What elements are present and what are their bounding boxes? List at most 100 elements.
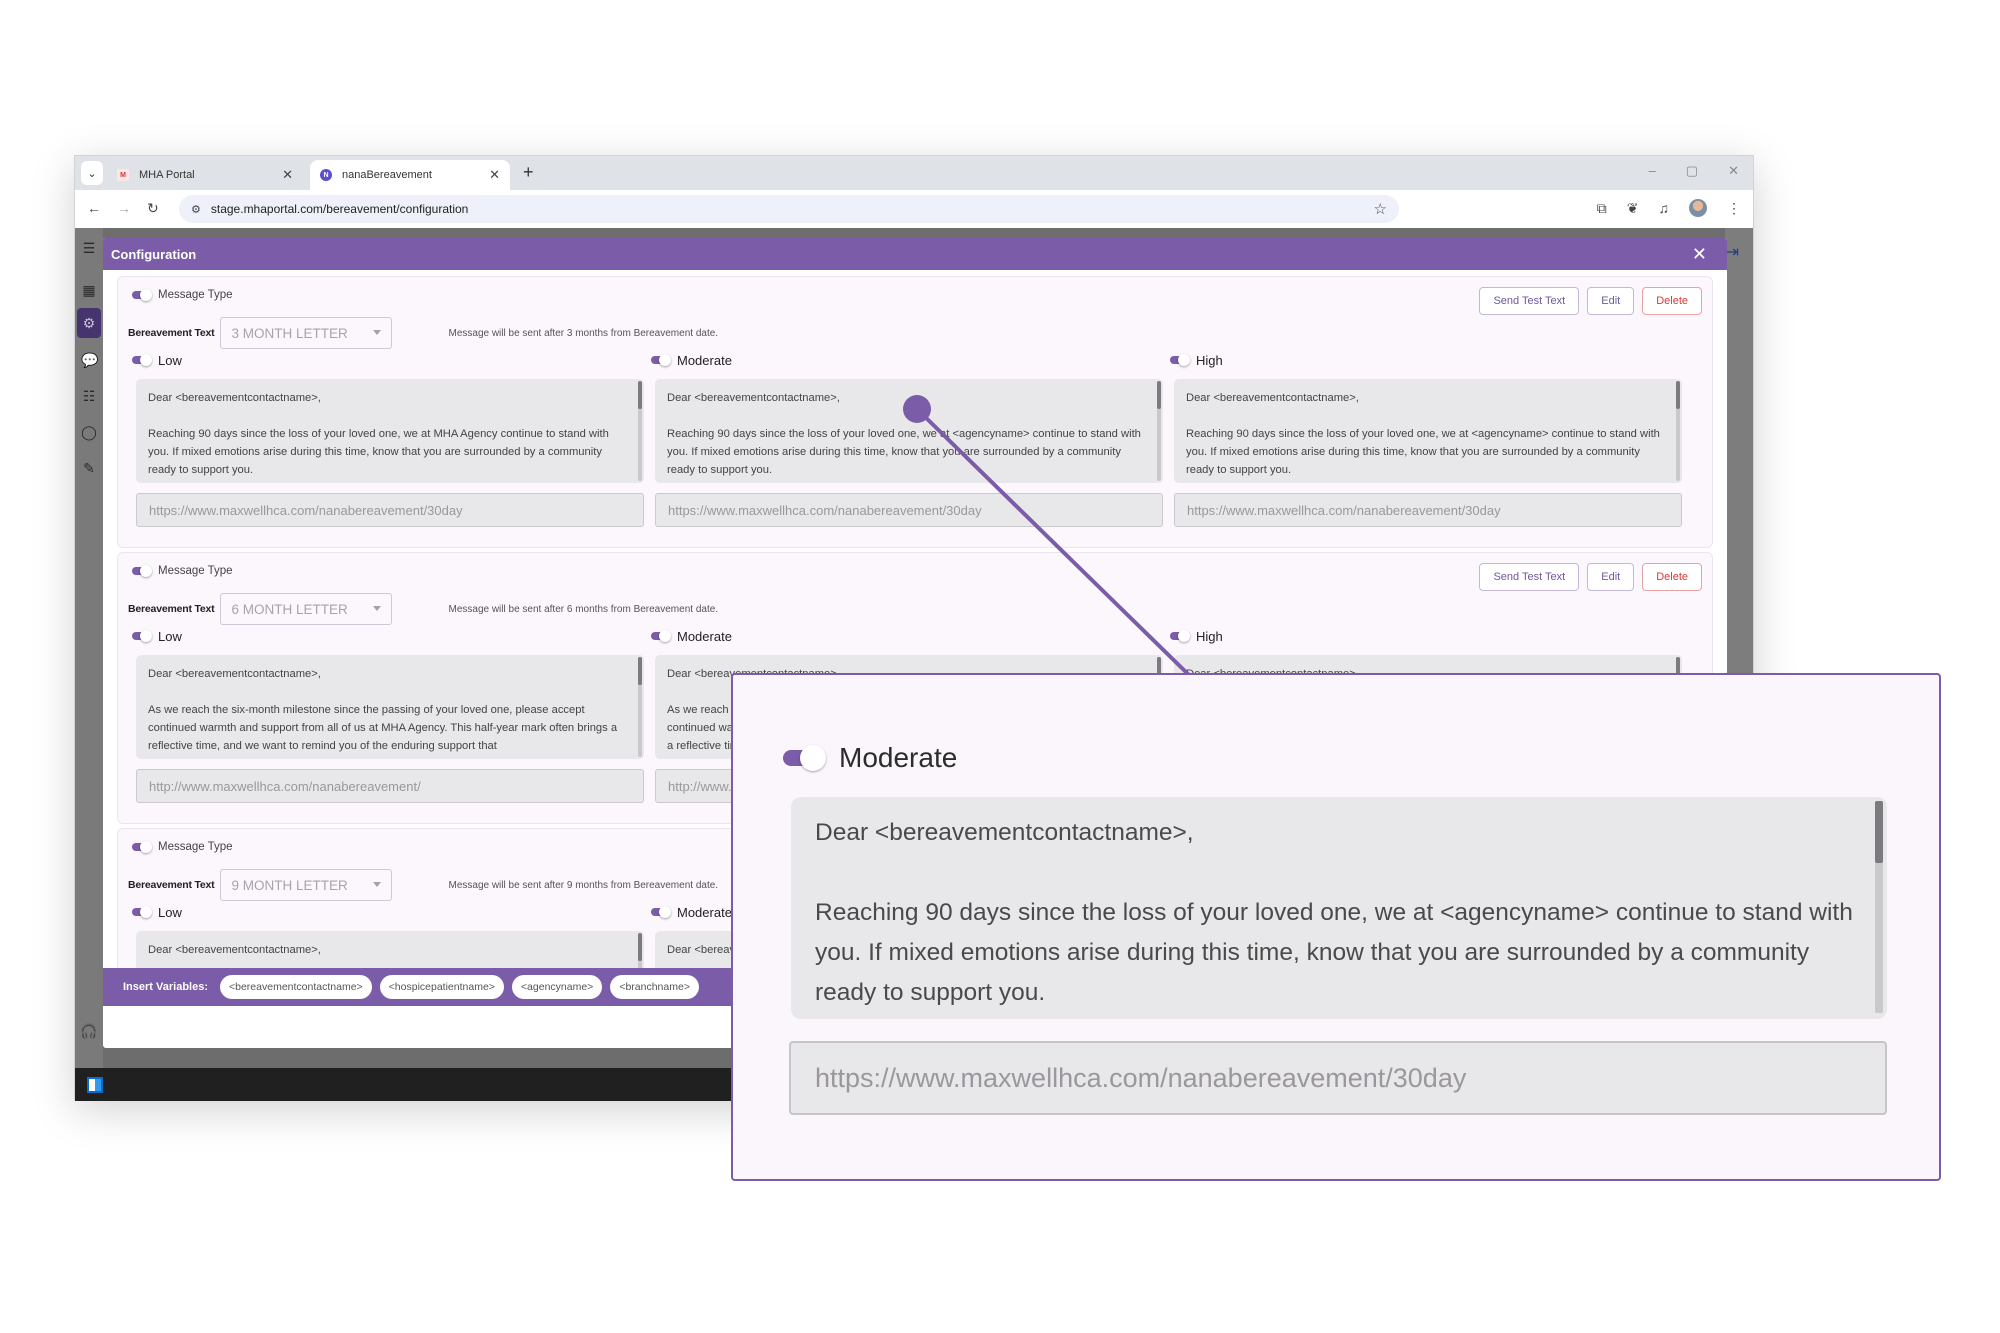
site-info-icon[interactable]: ⚙ bbox=[191, 203, 201, 216]
high-toggle[interactable] bbox=[1170, 630, 1190, 642]
moderate-toggle[interactable] bbox=[651, 630, 671, 642]
callout-url-input[interactable]: https://www.maxwellhca.com/nanabereaveme… bbox=[789, 1041, 1887, 1115]
message-greeting: Dear <bereavementcontactname>, bbox=[667, 392, 840, 404]
textarea-scrollbar[interactable] bbox=[1875, 801, 1883, 1013]
app-sidebar: ☰ ▦ ⚙ 💬 ☷ ◯ ✎ bbox=[75, 228, 103, 1068]
url-input[interactable]: https://www.maxwellhca.com/nanabereaveme… bbox=[655, 493, 1163, 527]
send-test-text-button[interactable]: Send Test Text bbox=[1479, 563, 1580, 591]
message-greeting: Dear <bereavementcontactname>, bbox=[148, 392, 321, 404]
delete-button[interactable]: Delete bbox=[1642, 287, 1702, 315]
message-config-card: Message Type Send Test Text Edit Delete … bbox=[117, 276, 1713, 548]
headset-support-icon[interactable]: 🎧 bbox=[80, 1023, 97, 1040]
dashboard-icon[interactable]: ▦ bbox=[81, 282, 97, 298]
message-textarea[interactable]: Dear <bereavementcontactname>, Reaching … bbox=[1174, 379, 1682, 483]
modal-close-icon[interactable]: ✕ bbox=[1692, 244, 1707, 265]
browser-menu-icon[interactable]: ⋮ bbox=[1727, 200, 1741, 217]
settings-gear-icon[interactable]: ⚙ bbox=[77, 308, 101, 338]
severity-label: Low bbox=[158, 352, 182, 368]
card-actions: Send Test Text Edit Delete bbox=[1479, 287, 1702, 315]
callout-message-body: Reaching 90 days since the loss of your … bbox=[815, 899, 1853, 1006]
window-controls: – ▢ ✕ bbox=[1649, 163, 1739, 179]
modal-title: Configuration bbox=[111, 246, 197, 262]
schedule-note: Message will be sent after 9 months from… bbox=[448, 879, 719, 891]
delete-button[interactable]: Delete bbox=[1642, 563, 1702, 591]
variable-chip[interactable]: <branchname> bbox=[610, 975, 699, 999]
mha-favicon-icon: M bbox=[117, 169, 129, 181]
low-toggle[interactable] bbox=[132, 630, 152, 642]
url-input[interactable]: http://www.maxwellhca.com/nanabereavemen… bbox=[136, 769, 644, 803]
window-close-icon[interactable]: ✕ bbox=[1728, 163, 1739, 179]
textarea-scrollbar[interactable] bbox=[1157, 381, 1161, 481]
textarea-scrollbar[interactable] bbox=[638, 381, 642, 481]
send-test-text-button[interactable]: Send Test Text bbox=[1479, 287, 1580, 315]
tab-close-icon[interactable]: ✕ bbox=[489, 167, 500, 183]
message-type-label: Message Type bbox=[158, 565, 233, 577]
low-toggle[interactable] bbox=[132, 354, 152, 366]
letter-select[interactable]: 6 MONTH LETTER bbox=[220, 593, 393, 625]
textarea-scrollbar[interactable] bbox=[638, 933, 642, 968]
bereavement-text-label: Bereavement Text bbox=[128, 603, 215, 615]
logout-icon[interactable]: ⇥ bbox=[1726, 242, 1739, 262]
bereavement-text-label: Bereavement Text bbox=[128, 879, 215, 891]
card-actions: Send Test Text Edit Delete bbox=[1479, 563, 1702, 591]
chat-icon[interactable]: 💬 bbox=[81, 352, 98, 368]
letter-select-value: 9 MONTH LETTER bbox=[231, 877, 348, 893]
restore-icon[interactable]: ▢ bbox=[1686, 163, 1698, 179]
media-control-icon[interactable]: ♫ bbox=[1659, 200, 1670, 216]
account-circle-icon[interactable]: ◯ bbox=[81, 424, 97, 440]
user-list-icon[interactable]: ☷ bbox=[81, 388, 97, 404]
tab-mha-portal[interactable]: M MHA Portal ✕ bbox=[107, 160, 303, 190]
tab-title: MHA Portal bbox=[139, 169, 195, 181]
forward-icon[interactable]: → bbox=[117, 200, 131, 216]
low-toggle[interactable] bbox=[132, 906, 152, 918]
message-body: As we reach the six-month milestone sinc… bbox=[148, 704, 618, 752]
extensions-icon[interactable]: ⧉ bbox=[1597, 200, 1607, 217]
high-toggle[interactable] bbox=[1170, 354, 1190, 366]
callout-message-greeting: Dear <bereavementcontactname>, bbox=[815, 819, 1194, 846]
profile-avatar[interactable] bbox=[1689, 199, 1707, 217]
bookmark-star-icon[interactable]: ☆ bbox=[1374, 200, 1387, 218]
minimize-icon[interactable]: – bbox=[1649, 163, 1656, 179]
message-type-toggle[interactable] bbox=[132, 289, 152, 301]
message-textarea[interactable]: Dear <bereavementcontactname>, Reaching … bbox=[655, 379, 1163, 483]
url-text[interactable]: stage.mhaportal.com/bereavement/configur… bbox=[211, 202, 468, 216]
severity-column-low: Low Dear <bereavementcontactname>, As we… bbox=[132, 627, 644, 803]
tab-nana-bereavement[interactable]: N nanaBereavement ✕ bbox=[310, 160, 510, 190]
bereavement-text-row: Bereavement Text 9 MONTH LETTER Message … bbox=[128, 869, 718, 901]
letter-select[interactable]: 3 MONTH LETTER bbox=[220, 317, 393, 349]
tab-search-button[interactable]: ⌄ bbox=[81, 161, 103, 185]
nana-favicon-icon: N bbox=[320, 169, 332, 181]
reload-icon[interactable]: ↻ bbox=[147, 200, 159, 217]
callout-severity-row: Moderate bbox=[783, 741, 957, 775]
textarea-scrollbar[interactable] bbox=[638, 657, 642, 757]
hamburger-menu-icon[interactable]: ☰ bbox=[81, 240, 97, 256]
variable-chip[interactable]: <hospicepatientname> bbox=[379, 975, 504, 999]
address-bar[interactable]: ⚙ stage.mhaportal.com/bereavement/config… bbox=[179, 195, 1399, 223]
leaf-extension-icon[interactable]: ❦ bbox=[1627, 200, 1639, 217]
taskbar-app-icon[interactable] bbox=[87, 1077, 103, 1093]
variable-chip[interactable]: <agencyname> bbox=[511, 975, 603, 999]
message-textarea[interactable]: Dear <bereavementcontactname>, bbox=[136, 931, 644, 968]
tab-close-icon[interactable]: ✕ bbox=[282, 167, 293, 183]
new-tab-button[interactable]: + bbox=[523, 162, 534, 183]
edit-button[interactable]: Edit bbox=[1587, 563, 1635, 591]
message-textarea[interactable]: Dear <bereavementcontactname>, Reaching … bbox=[136, 379, 644, 483]
message-body: Reaching 90 days since the loss of your … bbox=[148, 428, 609, 476]
back-icon[interactable]: ← bbox=[87, 200, 101, 216]
moderate-toggle[interactable] bbox=[651, 906, 671, 918]
message-type-toggle[interactable] bbox=[132, 565, 152, 577]
textarea-scrollbar[interactable] bbox=[1676, 381, 1680, 481]
moderate-toggle[interactable] bbox=[651, 354, 671, 366]
severity-column-high: High Dear <bereavementcontactname>, Reac… bbox=[1170, 351, 1682, 527]
message-textarea[interactable]: Dear <bereavementcontactname>, As we rea… bbox=[136, 655, 644, 759]
moderate-toggle[interactable] bbox=[783, 745, 826, 771]
edit-button[interactable]: Edit bbox=[1587, 287, 1635, 315]
dropdown-caret-icon bbox=[373, 882, 382, 887]
letter-select[interactable]: 9 MONTH LETTER bbox=[220, 869, 393, 901]
callout-message-textarea[interactable]: Dear <bereavementcontactname>, Reaching … bbox=[791, 797, 1887, 1019]
variable-chip[interactable]: <bereavementcontactname> bbox=[220, 975, 372, 999]
url-input[interactable]: https://www.maxwellhca.com/nanabereaveme… bbox=[136, 493, 644, 527]
message-type-toggle[interactable] bbox=[132, 841, 152, 853]
feedback-icon[interactable]: ✎ bbox=[81, 460, 97, 476]
url-input[interactable]: https://www.maxwellhca.com/nanabereaveme… bbox=[1174, 493, 1682, 527]
